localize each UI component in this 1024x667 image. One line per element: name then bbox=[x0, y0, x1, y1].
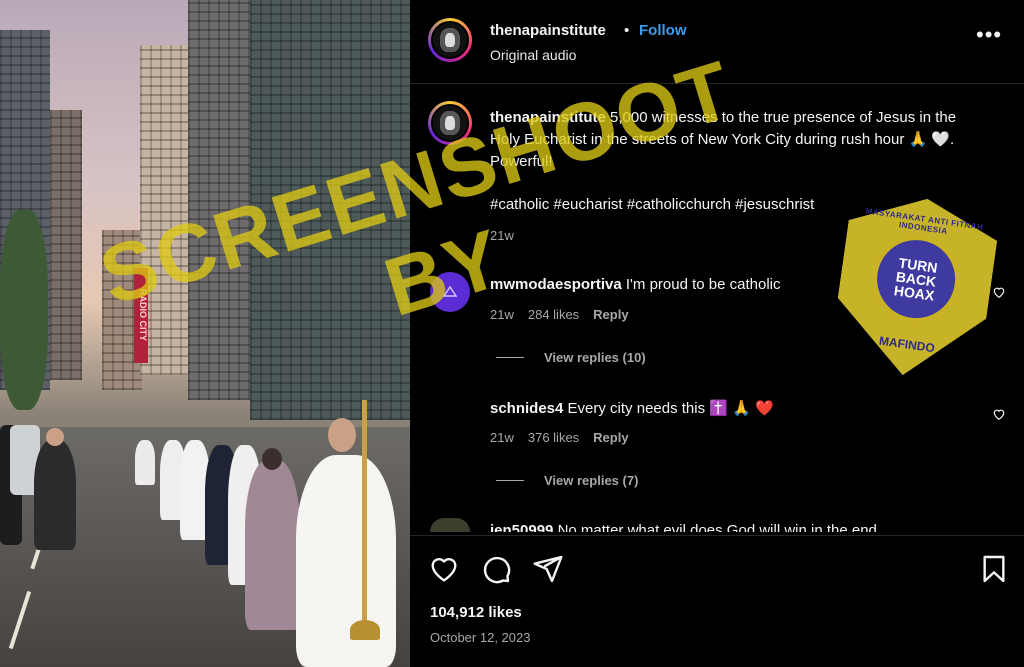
procession-member-head bbox=[262, 448, 282, 470]
caption: thenapainstitute 5,000 witnesses to the … bbox=[490, 107, 990, 173]
altar-server bbox=[296, 455, 396, 667]
avatar-logo-icon bbox=[442, 285, 458, 297]
heart-icon[interactable] bbox=[428, 553, 460, 585]
replies-line bbox=[496, 480, 524, 481]
comment-age: 21w bbox=[490, 307, 514, 322]
comment-icon[interactable] bbox=[480, 553, 512, 585]
tree bbox=[0, 210, 48, 410]
header-separator: • bbox=[624, 22, 630, 39]
reply-button[interactable]: Reply bbox=[593, 430, 628, 445]
comment: mwmodaesportiva I'm proud to be catholic bbox=[490, 276, 781, 293]
caption-hashtags[interactable]: #catholic #eucharist #catholicchurch #je… bbox=[490, 196, 814, 213]
share-icon[interactable] bbox=[532, 553, 564, 585]
author-username[interactable]: thenapainstitute bbox=[490, 22, 606, 39]
building bbox=[250, 0, 410, 420]
comment-meta: 21w 376 likes Reply bbox=[490, 430, 629, 445]
comment-like-icon[interactable] bbox=[992, 407, 1006, 421]
comment: jen50999 No matter what evil does God wi… bbox=[490, 520, 877, 532]
building bbox=[50, 110, 82, 380]
caption-avatar[interactable] bbox=[428, 101, 472, 145]
avatar-image bbox=[440, 28, 460, 52]
view-replies-label: View replies (10) bbox=[544, 350, 646, 365]
procession-member bbox=[245, 460, 300, 630]
radio-city-sign: RADIO CITY bbox=[134, 268, 148, 363]
reply-button[interactable]: Reply bbox=[593, 307, 628, 322]
comment-likes[interactable]: 376 likes bbox=[528, 430, 579, 445]
stamp-line-3: HOAX bbox=[893, 282, 936, 304]
pedestrian bbox=[34, 440, 76, 550]
author-avatar[interactable] bbox=[428, 18, 472, 62]
comment-username[interactable]: jen50999 bbox=[490, 522, 553, 532]
post-video-frame[interactable]: RADIO CITY bbox=[0, 0, 410, 667]
comment-like-icon[interactable] bbox=[992, 285, 1006, 299]
processional-candle bbox=[362, 400, 367, 640]
action-bar bbox=[428, 553, 564, 585]
comment-text: No matter what evil does God will win in… bbox=[557, 522, 877, 532]
comment-avatar[interactable] bbox=[430, 272, 470, 312]
view-replies-label: View replies (7) bbox=[544, 473, 639, 488]
comment: schnides4 Every city needs this ✝️ 🙏 ❤️ bbox=[490, 399, 774, 417]
comment-username[interactable]: schnides4 bbox=[490, 400, 563, 417]
procession-member bbox=[135, 440, 155, 485]
actions-divider bbox=[410, 535, 1024, 536]
like-count[interactable]: 104,912 likes bbox=[430, 604, 522, 621]
building bbox=[188, 0, 258, 400]
audio-label[interactable]: Original audio bbox=[490, 47, 576, 63]
caption-age: 21w bbox=[490, 228, 514, 243]
view-replies-button[interactable]: View replies (10) bbox=[496, 350, 646, 365]
comment-text: Every city needs this ✝️ 🙏 ❤️ bbox=[567, 400, 774, 417]
comment-likes[interactable]: 284 likes bbox=[528, 307, 579, 322]
altar-server-head bbox=[328, 418, 356, 452]
comment-meta: 21w 284 likes Reply bbox=[490, 307, 629, 322]
post-panel: thenapainstitute • Follow Original audio… bbox=[410, 0, 1024, 667]
comment-age: 21w bbox=[490, 430, 514, 445]
comment-avatar[interactable] bbox=[430, 518, 470, 532]
comment-username[interactable]: mwmodaesportiva bbox=[490, 276, 622, 293]
candle-base bbox=[350, 620, 380, 640]
post-date: October 12, 2023 bbox=[430, 630, 531, 645]
avatar-image bbox=[440, 111, 460, 135]
comment-text: I'm proud to be catholic bbox=[625, 276, 781, 293]
header-divider bbox=[410, 83, 1024, 84]
mafindo-stamp: MASYARAKAT ANTI FITNAH INDONESIA TURN BA… bbox=[828, 188, 1001, 385]
caption-username[interactable]: thenapainstitute bbox=[490, 109, 606, 126]
replies-line bbox=[496, 357, 524, 358]
radio-city-sign-text: RADIO CITY bbox=[138, 289, 148, 342]
view-replies-button[interactable]: View replies (7) bbox=[496, 473, 638, 488]
pedestrian-head bbox=[46, 428, 64, 446]
follow-button[interactable]: Follow bbox=[639, 22, 687, 39]
more-options-icon[interactable]: ••• bbox=[976, 24, 1002, 46]
bookmark-icon[interactable] bbox=[978, 553, 1010, 585]
